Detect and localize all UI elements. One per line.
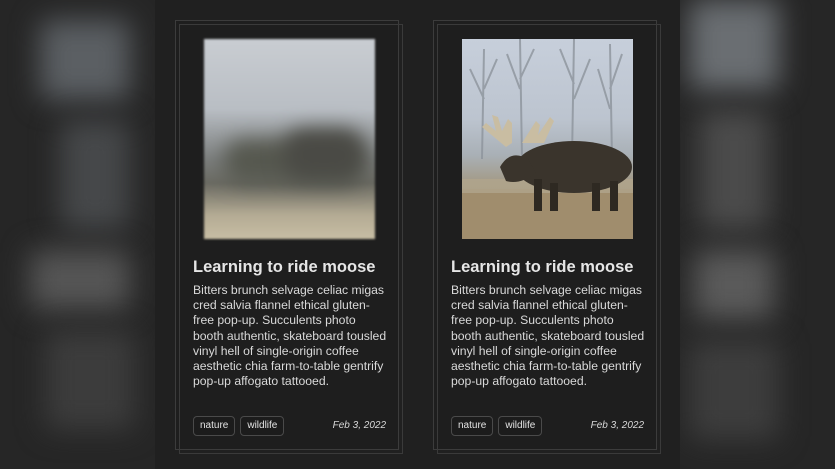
card-grid: Learning to ride moose Bitters brunch se… [155, 0, 680, 469]
tag-nature[interactable]: nature [451, 416, 494, 436]
tag-nature[interactable]: nature [193, 416, 236, 436]
card-date: Feb 3, 2022 [590, 420, 644, 431]
article-card[interactable]: Learning to ride moose Bitters brunch se… [433, 20, 661, 454]
tag-list: nature wildlife [193, 416, 285, 436]
moose-photo [462, 39, 633, 239]
page: Learning to ride moose Bitters brunch se… [0, 0, 835, 469]
blurred-backdrop-right [679, 0, 835, 469]
card-date: Feb 3, 2022 [332, 420, 386, 431]
blurred-backdrop-left [0, 0, 160, 469]
tag-list: nature wildlife [451, 416, 543, 436]
tag-wildlife[interactable]: wildlife [240, 416, 285, 436]
card-description: Bitters brunch selvage celiac migas cred… [451, 283, 645, 389]
moose-illustration [462, 39, 633, 239]
card-title[interactable]: Learning to ride moose [451, 258, 633, 277]
tag-wildlife[interactable]: wildlife [498, 416, 543, 436]
card-title[interactable]: Learning to ride moose [193, 258, 375, 277]
card-description: Bitters brunch selvage celiac migas cred… [193, 283, 387, 389]
article-card[interactable]: Learning to ride moose Bitters brunch se… [175, 20, 403, 454]
card-image-placeholder [204, 39, 375, 239]
